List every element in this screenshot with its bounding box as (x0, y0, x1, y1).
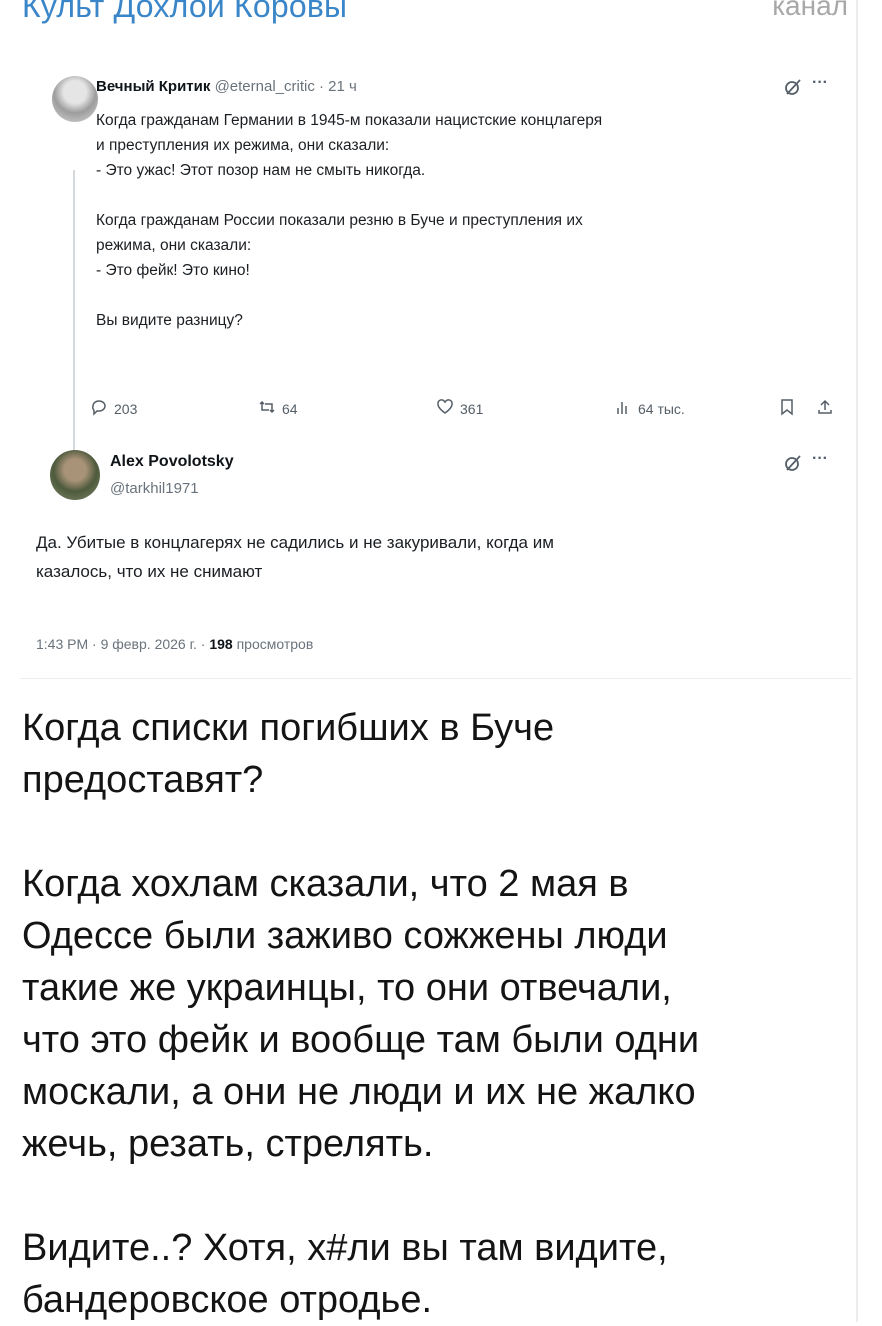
repost-count: 64 (282, 400, 298, 417)
message-bubble-edge (856, 0, 882, 1322)
views-count: 64 тыс. (638, 400, 685, 417)
repost-icon (258, 398, 276, 419)
message-text: Когда списки погибших в Буче предоставят… (22, 707, 700, 1321)
share-icon (816, 398, 834, 416)
reply-author-name: Alex Povolotsky (110, 453, 234, 470)
more-icon: ··· (812, 74, 828, 91)
channel-title[interactable]: Культ Дохлой Коровы (22, 0, 347, 25)
like-icon (436, 398, 454, 419)
tweet-actions: 203 64 361 64 тыс. (90, 398, 850, 422)
reply-icon (90, 398, 108, 419)
author-avatar (52, 76, 98, 122)
reply-views-label: просмотров (236, 636, 314, 652)
reply-stat: 203 (90, 398, 137, 419)
grok-icon (784, 454, 802, 477)
tweet-screenshot-image[interactable]: Вечный Критик @eternal_critic · 21 ч ···… (20, 48, 854, 680)
channel-header[interactable]: Культ Дохлой Коровы канал (0, 0, 882, 36)
reply-footer: 1:43 PM · 9 февр. 2026 г. · 198 просмотр… (36, 636, 313, 652)
views-stat: 64 тыс. (614, 398, 685, 419)
reply-count: 203 (114, 400, 138, 417)
reply-timestamp: 1:43 PM · 9 февр. 2026 г. · (36, 636, 206, 652)
tweet-text: Когда гражданам Германии в 1945-м показа… (96, 112, 603, 329)
separator-dot: · (319, 78, 324, 95)
like-stat: 361 (436, 398, 483, 419)
reply-views-count: 198 (209, 636, 233, 652)
more-icon: ··· (812, 450, 828, 467)
like-count: 361 (460, 400, 484, 417)
views-icon (614, 398, 632, 419)
image-divider (20, 678, 852, 679)
bookmark-icon (778, 398, 796, 416)
tweet-author-handle: @eternal_critic (214, 78, 315, 95)
channel-type-label: канал (772, 0, 848, 21)
thread-line (73, 170, 75, 462)
repost-stat: 64 (258, 398, 298, 419)
tweet-time: 21 ч (328, 78, 357, 95)
reply-author-handle: @tarkhil1971 (110, 480, 199, 497)
tweet-author-name: Вечный Критик (96, 78, 211, 95)
reply-text: Да. Убитые в концлагерях не садились и н… (36, 533, 554, 581)
grok-icon (784, 78, 802, 101)
tweet-header: Вечный Критик @eternal_critic · 21 ч (96, 78, 357, 95)
reply-author-avatar (50, 450, 100, 500)
